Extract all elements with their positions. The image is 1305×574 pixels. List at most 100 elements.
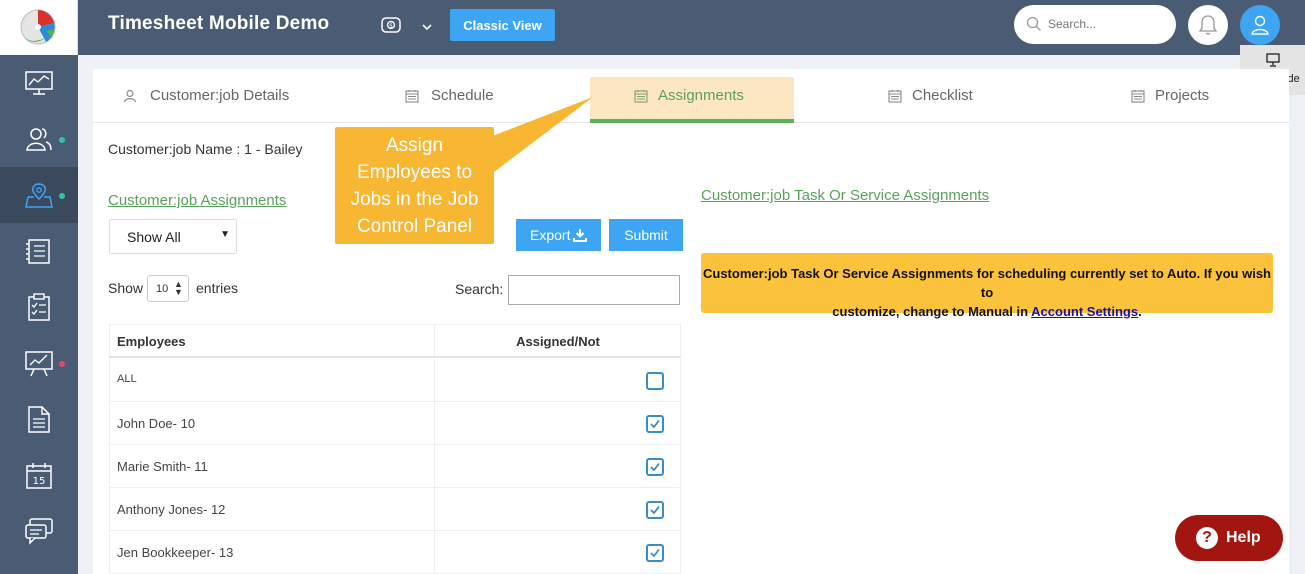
table-header-row: Employees Assigned/Not [109,324,681,358]
tab-projects[interactable]: Projects [1131,77,1261,123]
calendar-icon [888,90,902,103]
tab-label: Checklist [912,87,973,104]
svg-text:15: 15 [33,476,46,487]
sidebar-item-documents[interactable] [0,391,78,447]
table-search-input[interactable] [508,275,680,305]
tab-checklist[interactable]: Checklist [888,77,1018,123]
sidebar-item-reports[interactable] [0,335,78,391]
sidebar-item-jobs[interactable] [0,167,78,223]
filter-select[interactable]: Show All ▼ [109,219,237,254]
employee-name: John Doe- 10 [117,416,196,431]
search-icon [1026,16,1041,31]
chat-icon [25,518,53,545]
notice-text: . [1138,304,1142,319]
sidebar-item-timesheets[interactable] [0,223,78,279]
sidebar-item-dashboard[interactable] [0,55,78,111]
svg-text:$: $ [389,23,393,30]
table-row: ALL [109,359,681,402]
calendar-icon [1131,90,1145,103]
calendar-icon [405,90,419,103]
tab-assignments[interactable]: Assignments [590,77,794,123]
auto-assignment-notice: Customer:job Task Or Service Assignments… [701,253,1273,319]
callout-line: Assign [385,135,444,156]
global-search[interactable] [1014,5,1176,44]
stepper-arrows-icon: ▲ ▼ [174,279,183,297]
export-label: Export [530,227,571,243]
assign-all-checkbox[interactable] [646,372,664,390]
bell-icon [1198,15,1218,35]
sidebar-item-checklists[interactable] [0,279,78,335]
chart-presentation-icon [25,351,53,377]
table-row: Marie Smith- 11 [109,445,681,488]
app-title: Timesheet Mobile Demo [108,13,330,34]
question-icon: ? [1196,527,1218,549]
assigned-checkbox[interactable] [646,544,664,562]
classic-view-button[interactable]: Classic View [450,9,555,41]
guide-callout: Assign Employees to Jobs in the Job Cont… [335,127,494,244]
customer-job-assignments-link[interactable]: Customer:job Assignments [108,192,286,209]
employee-name: Anthony Jones- 12 [117,502,226,517]
clipboard-checklist-icon [28,293,50,321]
assigned-checkbox[interactable] [646,501,664,519]
entries-label: entries [196,280,239,296]
submit-button[interactable]: Submit [609,219,683,251]
sidebar: 15 [0,55,78,574]
callout-pointer [490,97,593,172]
column-header-employees[interactable]: Employees [117,334,186,349]
export-button[interactable]: Export [516,219,601,251]
table-search-label: Search: [455,281,504,297]
table-row: John Doe- 10 [109,402,681,445]
sidebar-item-messages[interactable] [0,503,78,559]
status-dot [59,361,65,367]
help-label: Help [1226,529,1261,546]
status-dot [59,137,65,143]
column-header-assigned[interactable]: Assigned/Not [435,334,681,349]
calendar-icon: 15 [26,463,52,489]
checkmark-icon [650,419,660,429]
tab-label: Assignments [658,87,744,104]
tab-customer-job-details[interactable]: Customer:job Details [123,77,323,123]
account-settings-link[interactable]: Account Settings [1031,304,1138,319]
notice-text: customize, change to Manual in [832,304,1029,319]
employee-name: ALL [117,373,137,385]
download-icon [573,229,587,242]
user-icon [123,89,137,103]
notice-text: Customer:job Task Or Service Assignments… [702,266,1271,300]
timesheet-icon [26,239,50,264]
entries-value: 10 [156,283,169,295]
sidebar-item-calendar[interactable]: 15 [0,447,78,503]
assigned-checkbox[interactable] [646,415,664,433]
main-panel: Customer:job Details Schedule Assignment… [93,69,1289,574]
tab-label: Customer:job Details [150,87,290,104]
callout-line: Employees to [356,162,473,183]
callout-line: Control Panel [356,216,473,237]
sidebar-item-users[interactable] [0,111,78,167]
tab-label: Projects [1155,87,1210,104]
map-pin-icon [25,183,53,208]
logo-icon [20,9,56,45]
employee-name: Marie Smith- 11 [117,459,208,474]
checkmark-icon [650,548,660,558]
top-bar: Timesheet Mobile Demo $ Classic View [0,0,1305,55]
chevron-down-icon[interactable] [421,19,433,37]
entries-per-page-select[interactable]: 10 ▲ ▼ [147,275,189,302]
search-input[interactable] [1048,14,1166,34]
table-row: Anthony Jones- 12 [109,488,681,531]
currency-icon[interactable]: $ [381,16,401,39]
help-button[interactable]: ? Help [1175,515,1283,561]
user-menu-button[interactable] [1240,5,1280,45]
assigned-checkbox[interactable] [646,458,664,476]
document-icon [28,406,50,433]
callout-line: Jobs in the Job [350,189,479,210]
dashboard-monitor-icon [25,71,53,95]
task-service-assignments-link[interactable]: Customer:job Task Or Service Assignments [701,187,989,204]
notifications-button[interactable] [1188,5,1228,45]
app-logo[interactable] [0,0,78,55]
checkmark-icon [650,462,660,472]
users-icon [26,128,52,151]
job-name-label: Customer:job Name : 1 - Bailey [108,141,303,157]
table-row: Jen Bookkeeper- 13 [109,531,681,574]
filter-select-value: Show All [127,229,181,245]
dropdown-arrow-icon: ▼ [220,229,230,240]
tab-bar: Customer:job Details Schedule Assignment… [93,69,1289,123]
